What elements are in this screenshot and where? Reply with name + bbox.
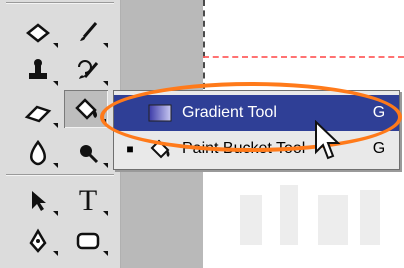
canvas-faint-artwork bbox=[240, 185, 380, 245]
tool-flyout-indicator bbox=[103, 163, 108, 168]
shape-tool[interactable] bbox=[66, 222, 110, 260]
blur-drop-icon bbox=[30, 139, 46, 166]
flyout-item-gradient-tool[interactable]: Gradient Tool G bbox=[114, 95, 399, 131]
flyout-item-paint-bucket-tool[interactable]: ■ Paint Bucket Tool G bbox=[114, 131, 399, 167]
eraser-icon bbox=[24, 105, 52, 123]
selected-bullet-icon: ■ bbox=[126, 142, 134, 156]
toolbox: T bbox=[0, 0, 121, 268]
tool-flyout-indicator bbox=[53, 81, 58, 86]
tool-flyout-indicator bbox=[53, 163, 58, 168]
path-selection-tool[interactable] bbox=[16, 182, 60, 220]
tool-flyout-indicator bbox=[53, 43, 58, 48]
history-brush-tool[interactable] bbox=[66, 52, 110, 90]
brush-tool[interactable] bbox=[66, 14, 110, 52]
guide-line bbox=[203, 56, 404, 58]
blur-tool[interactable] bbox=[16, 134, 60, 172]
tool-flyout-indicator bbox=[53, 211, 58, 216]
tool-flyout-menu: Gradient Tool G ■ Paint Bucket Tool G bbox=[113, 90, 400, 170]
mouse-pointer-icon bbox=[315, 120, 341, 160]
brush-icon bbox=[80, 22, 98, 41]
tool-flyout-indicator bbox=[103, 251, 108, 256]
burn-icon bbox=[80, 145, 99, 164]
type-tool[interactable]: T bbox=[66, 182, 110, 220]
history-brush-icon bbox=[78, 60, 99, 79]
paint-bucket-icon bbox=[146, 138, 174, 160]
tool-flyout-indicator bbox=[103, 211, 108, 216]
paint-bucket-icon bbox=[75, 98, 97, 120]
arrow-icon bbox=[32, 191, 46, 211]
pen-nib-icon bbox=[29, 228, 47, 253]
flyout-item-shortcut: G bbox=[372, 104, 386, 121]
flyout-item-shortcut: G bbox=[372, 140, 386, 157]
tool-flyout-indicator bbox=[53, 123, 58, 128]
tool-flyout-indicator bbox=[53, 251, 58, 256]
burn-tool[interactable] bbox=[66, 134, 110, 172]
eraser-tool[interactable] bbox=[16, 94, 60, 132]
paint-bucket-tool[interactable] bbox=[64, 90, 108, 128]
tool-flyout-indicator bbox=[103, 43, 108, 48]
pen-tool[interactable] bbox=[16, 222, 60, 260]
lasso-icon bbox=[25, 23, 51, 43]
tool-flyout-indicator bbox=[101, 119, 106, 124]
clone-stamp-tool[interactable] bbox=[16, 52, 60, 90]
type-icon: T bbox=[78, 184, 98, 217]
toolbox-divider bbox=[6, 2, 114, 4]
tool-flyout-indicator bbox=[103, 81, 108, 86]
lasso-tool[interactable] bbox=[16, 14, 60, 52]
toolbox-divider bbox=[6, 174, 114, 176]
stamp-icon bbox=[29, 59, 47, 79]
rounded-rectangle-icon bbox=[76, 232, 100, 250]
gradient-swatch-icon bbox=[146, 102, 174, 124]
